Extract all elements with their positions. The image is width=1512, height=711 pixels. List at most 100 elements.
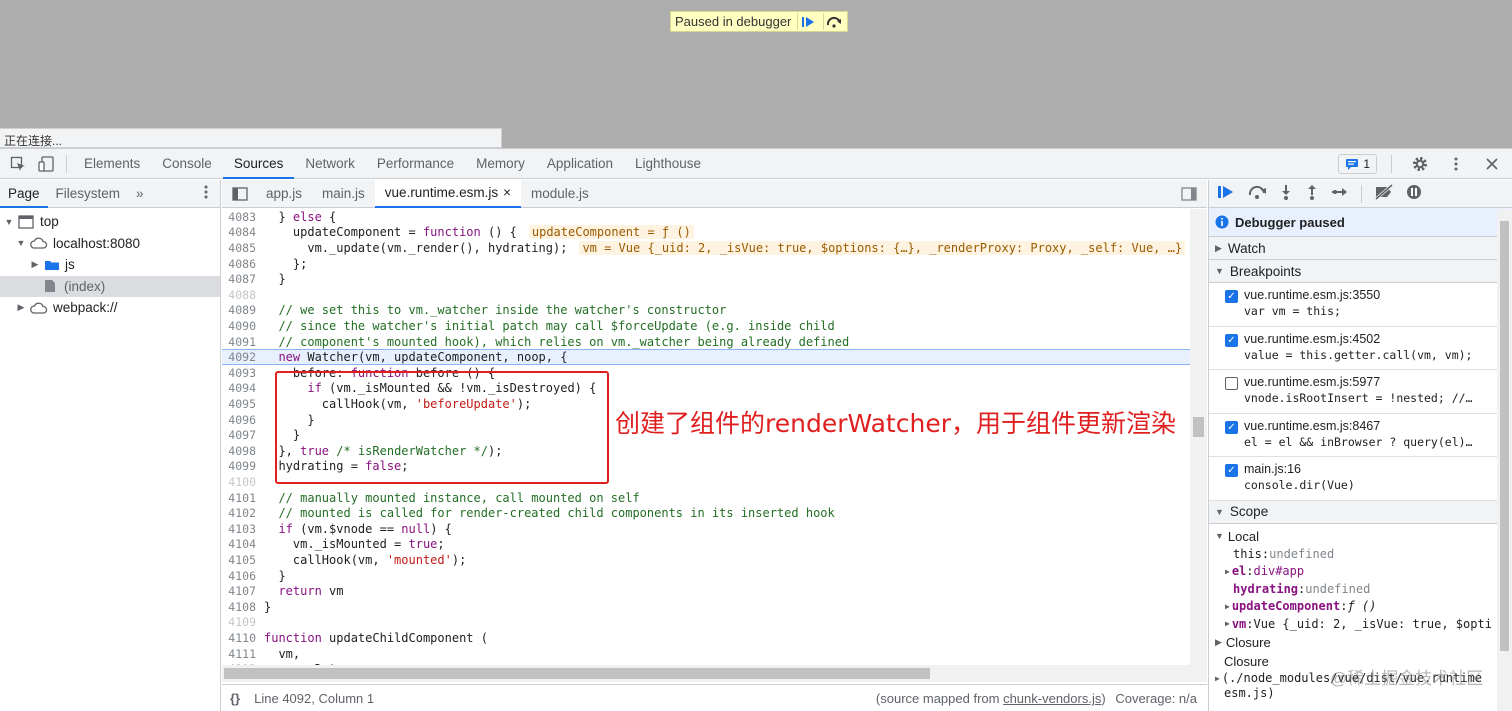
code-line: 4101 // manually mounted instance, call … (228, 490, 640, 505)
scope-var-el[interactable]: ▶ el: div#app (1215, 563, 1512, 581)
scope-var-updatecomponent[interactable]: ▶ updateComponent: ƒ () (1215, 598, 1512, 616)
issues-count: 1 (1363, 157, 1370, 171)
breakpoint-item[interactable]: ✓ vue.runtime.esm.js:3550 var vm = this; (1209, 283, 1512, 327)
file-tab-app-js[interactable]: app.js (256, 180, 312, 208)
scope-section-header[interactable]: ▼ Scope (1209, 500, 1512, 524)
source-editor: app.js main.js vue.runtime.esm.js × modu… (222, 179, 1207, 711)
closure-label: Closure (1224, 654, 1269, 669)
tree-item-top[interactable]: ▼ top (0, 211, 220, 233)
breakpoints-section-header[interactable]: ▼ Breakpoints (1209, 260, 1512, 283)
sources-navigator: Page Filesystem » ▼ top ▼ localhost:8080… (0, 180, 221, 711)
more-tabs-button[interactable]: » (128, 180, 152, 208)
document-icon (45, 280, 55, 293)
breakpoint-checkbox[interactable]: ✓ (1225, 333, 1238, 347)
pause-on-exceptions-button[interactable] (1406, 184, 1422, 203)
tree-item-js[interactable]: ▶ js (0, 254, 220, 276)
tab-sources[interactable]: Sources (222, 149, 295, 179)
breakpoint-checkbox[interactable] (1225, 377, 1238, 390)
devtools-right-tools: 1 (1338, 149, 1506, 179)
tree-label: top (40, 214, 59, 230)
scope-var-vm[interactable]: ▶ vm: Vue {_uid: 2, _isVue: true, $opti (1215, 615, 1512, 633)
inspect-element-button[interactable] (4, 150, 32, 178)
scope-var-hydrating[interactable]: hydrating: undefined (1215, 580, 1512, 598)
collapsed-arrow-icon: ▶ (1225, 619, 1230, 629)
scrollbar-thumb[interactable] (224, 668, 930, 679)
code-vertical-scrollbar[interactable] (1190, 209, 1207, 665)
device-toolbar-button[interactable] (32, 150, 60, 178)
collapsed-arrow-icon: ▶ (1215, 637, 1222, 647)
more-options-button[interactable] (1442, 150, 1470, 178)
debugger-scrollbar[interactable] (1497, 209, 1512, 711)
inspect-icon (10, 156, 25, 171)
source-map-link[interactable]: chunk-vendors.js (1003, 691, 1101, 706)
close-devtools-button[interactable] (1478, 150, 1506, 178)
code-line: 4089 // we set this to vm._watcher insid… (228, 303, 727, 318)
scrollbar-thumb[interactable] (1193, 417, 1204, 437)
breakpoint-location: vue.runtime.esm.js:8467 (1244, 418, 1381, 433)
code-line: 4108} (228, 599, 272, 614)
tab-page[interactable]: Page (0, 180, 48, 208)
debugger-sidebar: Debugger paused ▶ Watch ▼ Breakpoints ✓ … (1208, 180, 1512, 711)
step-icon (1332, 188, 1347, 196)
resume-button[interactable] (797, 13, 817, 30)
breakpoint-checkbox[interactable]: ✓ (1225, 290, 1238, 303)
step-over-button[interactable] (823, 13, 843, 30)
source-map-prefix: (source mapped from (875, 691, 1004, 706)
step-out-button[interactable] (1305, 184, 1319, 203)
code-area[interactable]: 4083 } else { 4084 updateComponent = fun… (222, 209, 1190, 665)
settings-button[interactable] (1406, 150, 1434, 178)
tab-network[interactable]: Network (294, 149, 366, 179)
var-name: el (1231, 564, 1247, 579)
step-into-button[interactable] (1279, 184, 1293, 203)
code-line: 4105 callHook(vm, 'mounted'); (228, 552, 467, 567)
annotation-box (275, 371, 609, 484)
breakpoint-code: console.dir(Vue) (1244, 478, 1355, 492)
close-tab-icon[interactable]: × (503, 179, 511, 207)
issues-badge[interactable]: 1 (1338, 154, 1377, 174)
tree-item-localhost[interactable]: ▼ localhost:8080 (0, 233, 220, 255)
watch-section-header[interactable]: ▶ Watch (1209, 237, 1512, 260)
tab-performance[interactable]: Performance (366, 149, 465, 179)
file-tab-module-js[interactable]: module.js (521, 180, 599, 208)
tab-elements[interactable]: Elements (73, 149, 151, 179)
code-horizontal-scrollbar[interactable] (222, 665, 1207, 682)
tree-item-webpack[interactable]: ▶ webpack:// (0, 297, 220, 319)
resume-button[interactable] (1217, 184, 1235, 203)
breakpoint-code: vnode.isRootInsert = !nested; //… (1244, 391, 1473, 405)
tab-filesystem[interactable]: Filesystem (48, 180, 129, 208)
file-tab-vue-runtime[interactable]: vue.runtime.esm.js × (374, 179, 521, 208)
code-line: 4086 }; (228, 256, 308, 271)
breakpoint-item[interactable]: ✓ main.js:16 console.dir(Vue) (1209, 457, 1512, 501)
annotation-text: 创建了组件的renderWatcher，用于组件更新渲染 (615, 409, 1176, 438)
step-over-button[interactable] (1247, 184, 1267, 203)
toggle-navigator-button[interactable] (226, 180, 254, 208)
tab-lighthouse[interactable]: Lighthouse (624, 149, 712, 179)
scope-var-this[interactable]: this: undefined (1215, 545, 1512, 563)
tab-console[interactable]: Console (151, 149, 223, 179)
breakpoint-item[interactable]: ✓ vue.runtime.esm.js:4502 value = this.ge… (1209, 327, 1512, 370)
gear-icon (1413, 157, 1427, 171)
breakpoint-item[interactable]: vue.runtime.esm.js:5977 vnode.isRootInser… (1209, 370, 1512, 414)
scope-closure[interactable]: ▶ Closure (1215, 633, 1512, 653)
tab-memory[interactable]: Memory (465, 149, 536, 179)
scrollbar-thumb[interactable] (1500, 221, 1509, 651)
deactivate-breakpoints-button[interactable] (1374, 183, 1394, 203)
sidebar-toggle-icon (232, 186, 248, 201)
pretty-print-button[interactable]: {} (230, 691, 240, 706)
divider (66, 154, 67, 173)
toggle-debugger-button[interactable] (1181, 187, 1197, 204)
breakpoint-checkbox[interactable]: ✓ (1225, 464, 1238, 477)
frame-icon (18, 215, 34, 229)
info-icon (1215, 215, 1229, 229)
debugger-paused-text: Debugger paused (1235, 214, 1345, 230)
navigator-menu-button[interactable] (204, 185, 208, 202)
scope-title: Scope (1229, 504, 1269, 519)
scope-local[interactable]: ▼ Local (1215, 528, 1512, 546)
step-button[interactable] (1331, 184, 1349, 203)
breakpoint-checkbox[interactable]: ✓ (1225, 420, 1238, 434)
file-tab-main-js[interactable]: main.js (312, 180, 375, 208)
var-name: hydrating (1233, 581, 1299, 596)
tree-item-index[interactable]: (index) (0, 275, 220, 297)
breakpoint-item[interactable]: ✓ vue.runtime.esm.js:8467 el = el && inBr… (1209, 414, 1512, 457)
tab-application[interactable]: Application (536, 149, 624, 179)
